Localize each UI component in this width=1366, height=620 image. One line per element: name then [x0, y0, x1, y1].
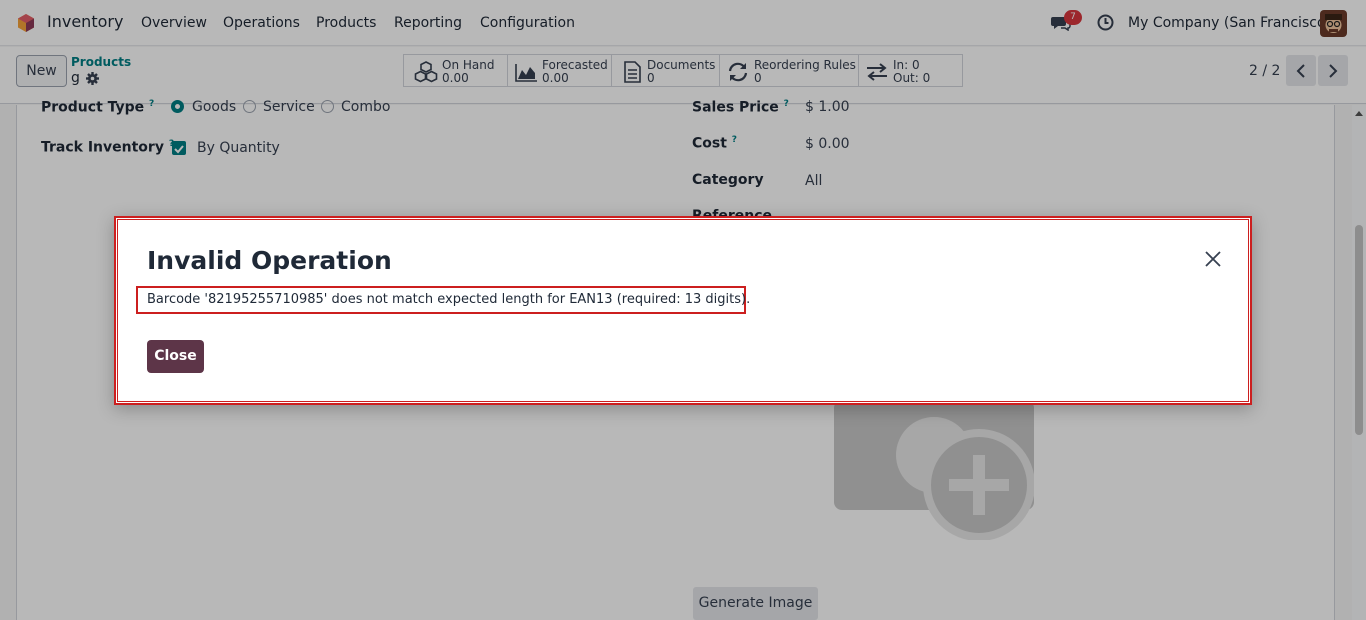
- invalid-operation-dialog: Invalid Operation Barcode '8219525571098…: [114, 216, 1252, 405]
- close-button[interactable]: Close: [147, 340, 204, 373]
- error-message: Barcode '82195255710985' does not match …: [147, 292, 751, 307]
- dialog-title: Invalid Operation: [147, 246, 392, 275]
- error-message-highlight: Barcode '82195255710985' does not match …: [136, 286, 750, 314]
- close-icon[interactable]: [1204, 250, 1222, 268]
